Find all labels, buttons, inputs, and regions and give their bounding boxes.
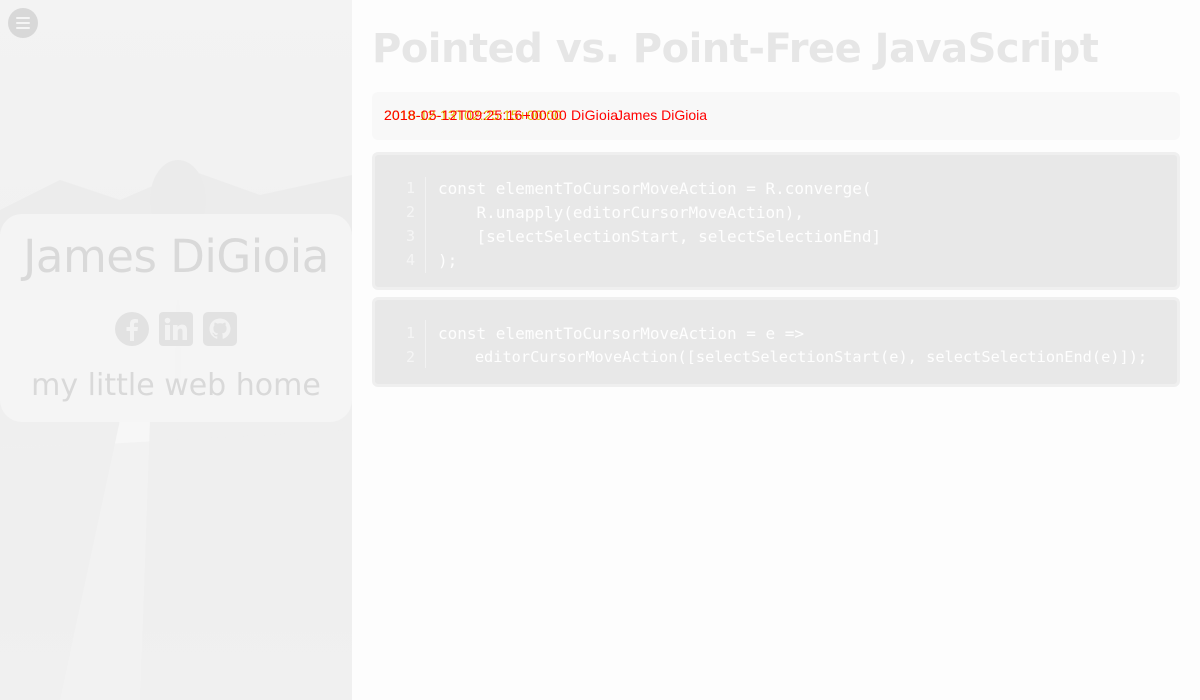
code-text: const elementToCursorMoveAction = e => — [438, 323, 805, 343]
code-text: R.unapply(editorCursorMoveAction), — [438, 202, 805, 222]
line-number: 1 — [405, 324, 415, 342]
post-meta-overlap: 2018-05-12T09:25:16+00:00 DiGioia — [384, 107, 619, 123]
line-number: 3 — [405, 227, 415, 245]
code-line: 2 R.unapply(editorCursorMoveAction), — [375, 200, 804, 224]
github-icon — [203, 312, 237, 346]
code-line: 4 ); — [375, 248, 457, 272]
code-text: editorCursorMoveAction([selectSelectionS… — [438, 348, 1148, 366]
linkedin-link[interactable] — [157, 310, 195, 348]
line-number: 2 — [405, 203, 415, 221]
code-block: 1 const elementToCursorMoveAction = R.co… — [372, 152, 1180, 290]
code-line: 2 editorCursorMoveAction([selectSelectio… — [375, 345, 1147, 369]
site-author-name[interactable]: James DiGioia — [0, 230, 352, 283]
code-line: 1 const elementToCursorMoveAction = e => — [375, 321, 804, 345]
post-title: Pointed vs. Point-Free JavaScript — [372, 26, 1099, 72]
line-number: 2 — [405, 348, 415, 366]
facebook-link[interactable] — [113, 310, 151, 348]
social-links — [0, 310, 352, 348]
github-link[interactable] — [201, 310, 239, 348]
code-block: 1 const elementToCursorMoveAction = e =>… — [372, 297, 1180, 387]
code-text: const elementToCursorMoveAction = R.conv… — [438, 178, 872, 198]
sidebar: James DiGioia my little web home — [0, 0, 352, 700]
post-meta: 2018-12-13T02:25:15+00:00 2018-05-12T09:… — [372, 92, 1180, 140]
post-author-link[interactable]: James DiGioia — [616, 107, 707, 123]
code-line: 3 [selectSelectionStart, selectSelection… — [375, 224, 881, 248]
hamburger-icon — [16, 16, 30, 31]
menu-toggle-button[interactable] — [8, 8, 38, 38]
code-gutter-divider — [425, 320, 426, 368]
code-text: [selectSelectionStart, selectSelectionEn… — [438, 226, 882, 246]
code-gutter-divider — [425, 177, 426, 273]
line-number: 1 — [405, 179, 415, 197]
line-number: 4 — [405, 251, 415, 269]
post-content: Pointed vs. Point-Free JavaScript 2018-1… — [352, 0, 1200, 700]
code-line: 1 const elementToCursorMoveAction = R.co… — [375, 176, 872, 200]
code-text: ); — [438, 250, 458, 270]
site-tagline: my little web home — [31, 368, 321, 403]
facebook-icon — [115, 312, 149, 346]
linkedin-icon — [159, 312, 193, 346]
